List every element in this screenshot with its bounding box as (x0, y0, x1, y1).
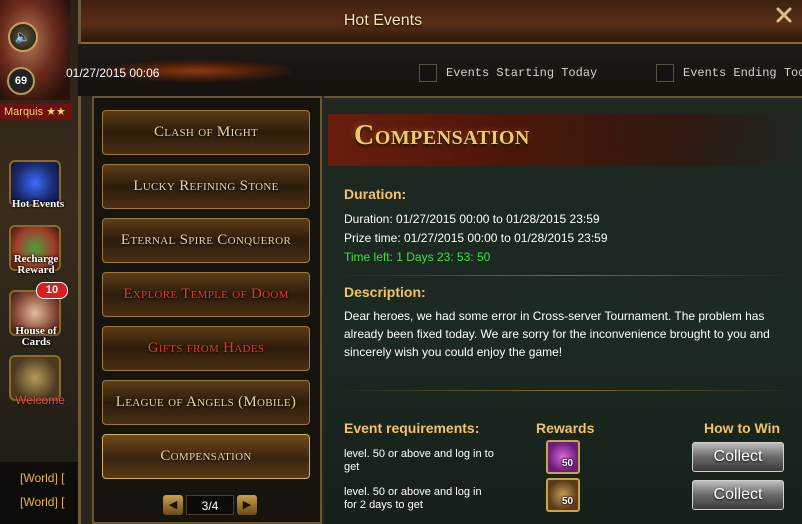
prize-time-text: Prize time: 01/27/2015 00:00 to 01/28/20… (344, 231, 608, 245)
chat-line: [World] [ (20, 495, 65, 509)
event-title: Compensation (354, 120, 530, 151)
requirement-text: level. 50 or above and log in to get (344, 448, 494, 473)
page-next-icon[interactable]: ▶ (237, 495, 257, 515)
divider (336, 390, 796, 391)
description-heading: Description: (344, 284, 426, 300)
recharge-reward-label[interactable]: Recharge Reward (0, 254, 72, 276)
house-of-cards-count-badge: 10 (36, 282, 68, 299)
event-item-lucky-refining-stone[interactable]: Lucky Refining Stone (102, 164, 310, 209)
time-left-text: Time left: 1 Days 23: 53: 50 (344, 250, 491, 264)
divider (336, 275, 796, 276)
welcome-label[interactable]: Welcome (0, 393, 80, 407)
reward-quantity: 50 (562, 458, 574, 469)
collect-button[interactable]: Collect (692, 442, 784, 472)
house-of-cards-label[interactable]: House of Cards (0, 326, 72, 348)
event-item-clash-of-might[interactable]: Clash of Might (102, 110, 310, 155)
page-indicator: 3/4 (186, 495, 234, 515)
chat-line: [World] [ (20, 471, 65, 485)
player-level-badge: 69 (7, 67, 35, 95)
events-ending-today-checkbox[interactable] (656, 64, 674, 82)
event-item-gifts-from-hades[interactable]: Gifts from Hades (102, 326, 310, 371)
event-item-eternal-spire-conqueror[interactable]: Eternal Spire Conqueror (102, 218, 310, 263)
event-item-compensation[interactable]: Compensation (102, 434, 310, 479)
event-item-explore-temple-of-doom[interactable]: Explore Temple of Doom (102, 272, 310, 317)
events-starting-today-label[interactable]: Events Starting Today (446, 66, 597, 80)
reward-quantity: 50 (562, 496, 574, 507)
event-requirements-heading: Event requirements: (344, 420, 480, 436)
duration-text: Duration: 01/27/2015 00:00 to 01/28/2015… (344, 212, 600, 226)
window-title: Hot Events (343, 12, 423, 29)
duration-heading: Duration: (344, 186, 407, 202)
current-date: 01/27/2015 00:06 (66, 66, 160, 80)
collect-button[interactable]: Collect (692, 480, 784, 510)
requirement-text: level. 50 or above and log in for 2 days… (344, 486, 482, 511)
rewards-heading: Rewards (536, 420, 595, 436)
how-to-win-heading: How to Win (704, 420, 781, 436)
player-rank-label: Marquis ★★ (0, 104, 72, 120)
page-prev-icon[interactable]: ◀ (163, 495, 183, 515)
close-icon[interactable] (773, 4, 795, 26)
events-ending-today-label[interactable]: Events Ending Tod (683, 66, 802, 80)
events-starting-today-checkbox[interactable] (419, 64, 437, 82)
event-item-league-of-angels-mobile[interactable]: League of Angels (Mobile) (102, 380, 310, 425)
description-text: Dear heroes, we had some error in Cross-… (344, 309, 770, 359)
hot-events-label[interactable]: Hot Events (0, 199, 76, 210)
